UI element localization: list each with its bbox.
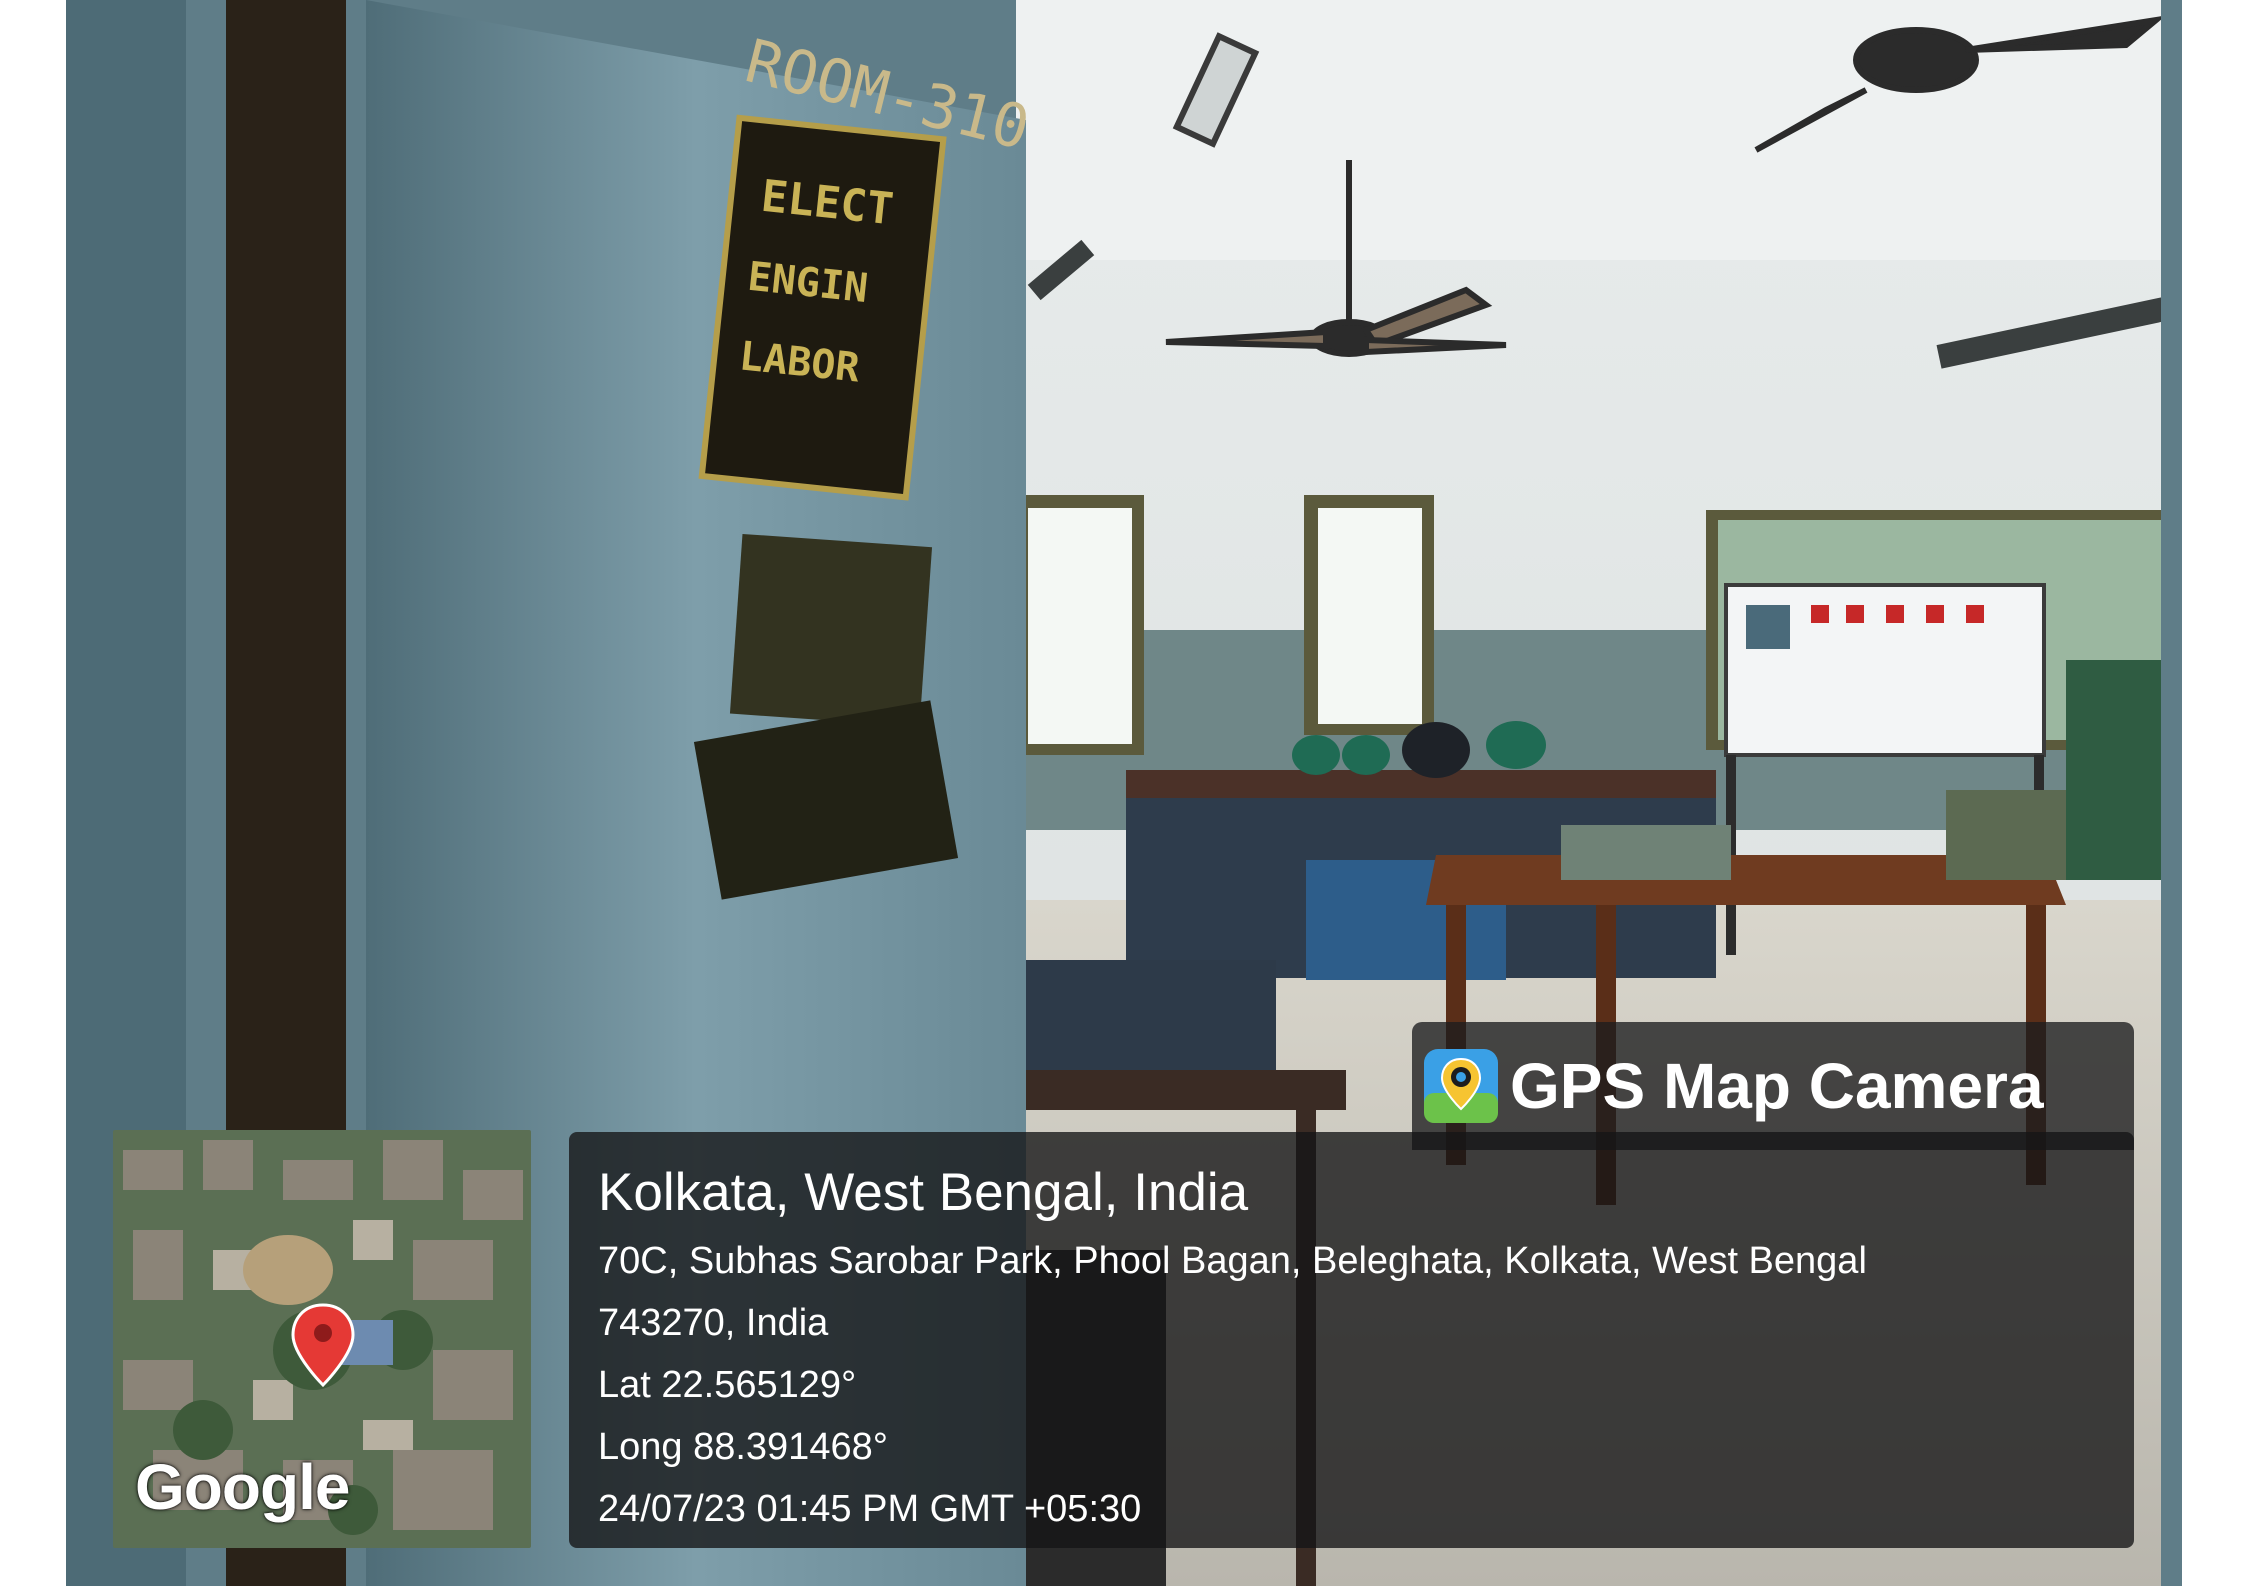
- location-title: Kolkata, West Bengal, India: [598, 1163, 1249, 1222]
- app-badge: GPS Map Camera: [1412, 1022, 2134, 1150]
- latitude: Lat 22.565129°: [598, 1364, 857, 1406]
- map-brand-logo: Google: [135, 1451, 350, 1523]
- location-info-panel: Kolkata, West Bengal, India 70C, Subhas …: [569, 1132, 2134, 1548]
- address-line-1: 70C, Subhas Sarobar Park, Phool Bagan, B…: [598, 1240, 1867, 1282]
- address-line-2: 743270, India: [598, 1302, 829, 1344]
- gps-map-camera-icon: [1424, 1049, 1498, 1123]
- app-name: GPS Map Camera: [1510, 1050, 2044, 1122]
- timestamp: 24/07/23 01:45 PM GMT +05:30: [598, 1488, 1142, 1530]
- longitude: Long 88.391468°: [598, 1426, 888, 1468]
- map-thumbnail[interactable]: Google: [113, 1130, 531, 1548]
